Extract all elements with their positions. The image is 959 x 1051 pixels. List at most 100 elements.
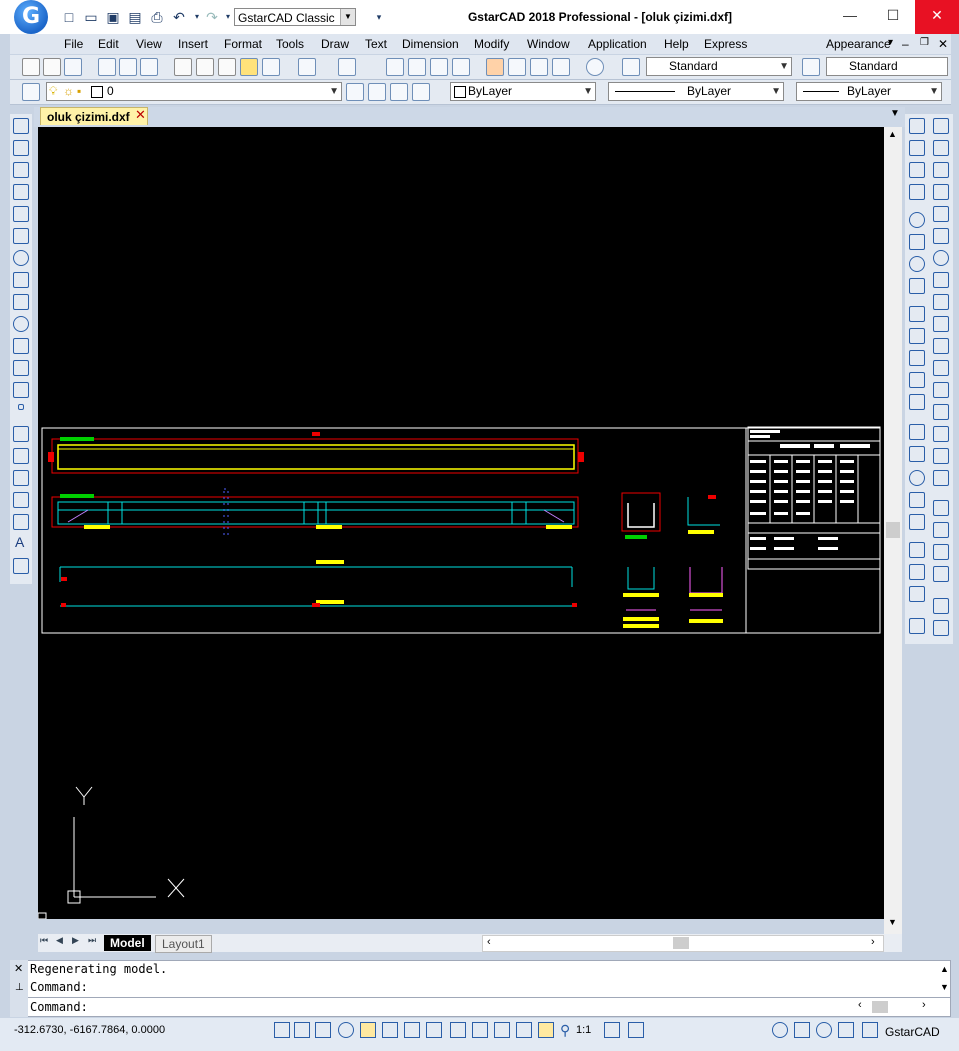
annotation-scale-icon[interactable]: ⚲	[560, 1022, 570, 1039]
erase-icon[interactable]	[933, 118, 949, 134]
break-icon[interactable]	[933, 382, 949, 398]
clean-screen-icon[interactable]	[862, 1022, 878, 1038]
color-select[interactable]: ByLayer ▼	[450, 82, 596, 101]
object-snap-tracking-icon[interactable]	[382, 1022, 398, 1038]
radius-dimension-icon[interactable]	[909, 212, 925, 228]
arc-icon[interactable]	[13, 228, 29, 244]
dim-style-select[interactable]: Standard	[826, 57, 948, 76]
minimize-icon[interactable]: —	[828, 0, 872, 34]
inspection-icon[interactable]	[909, 492, 925, 508]
lineweight-select[interactable]: ByLayer ▼	[796, 82, 942, 101]
match-properties-icon[interactable]	[240, 58, 258, 76]
text-style-icon[interactable]	[622, 58, 640, 76]
stretch-icon[interactable]	[933, 294, 949, 310]
leader-icon[interactable]	[909, 424, 925, 440]
scroll-down-icon[interactable]: ▼	[888, 917, 897, 927]
extend-icon[interactable]	[933, 338, 949, 354]
next-tab-icon[interactable]: ▶	[72, 935, 79, 946]
tolerance-icon[interactable]	[909, 446, 925, 462]
close-tab-icon[interactable]: ✕	[135, 107, 146, 123]
menu-view[interactable]: View	[136, 37, 162, 51]
selection-cycling-icon[interactable]	[472, 1022, 488, 1038]
layer-select[interactable]: 💡︎ ☼ ▪ 0 ▼	[46, 82, 342, 101]
layer-manager-icon[interactable]	[22, 83, 40, 101]
workspace-switch-icon[interactable]	[772, 1022, 788, 1038]
command-input[interactable]: Command:	[30, 1000, 88, 1014]
dimension-edit-icon[interactable]	[909, 542, 925, 558]
mirror-icon[interactable]	[933, 162, 949, 178]
horizontal-scrollbar[interactable]: ‹ ›	[482, 935, 884, 952]
continue-dimension-icon[interactable]	[909, 350, 925, 366]
make-block-icon[interactable]	[13, 382, 29, 398]
trim-icon[interactable]	[933, 316, 949, 332]
linear-dimension-icon[interactable]	[909, 118, 925, 134]
drawing-canvas[interactable]	[38, 127, 884, 919]
close-command-icon[interactable]: ✕	[14, 962, 23, 975]
command-scroll-left-icon[interactable]: ‹	[858, 999, 862, 1011]
menu-file[interactable]: File	[64, 37, 83, 51]
angular-dimension-icon[interactable]	[909, 278, 925, 294]
design-center-icon[interactable]	[508, 58, 526, 76]
grid-icon[interactable]	[294, 1022, 310, 1038]
find-replace-icon[interactable]	[933, 620, 949, 636]
menu-format[interactable]: Format	[224, 37, 262, 51]
arc-length-icon[interactable]	[909, 162, 925, 178]
center-mark-icon[interactable]	[909, 470, 925, 486]
text-style-select[interactable]: Standard ▼	[646, 57, 792, 76]
polygon-icon[interactable]	[13, 184, 29, 200]
undo-icon[interactable]	[298, 58, 316, 76]
dynamic-ucs-icon[interactable]	[404, 1022, 420, 1038]
rotate-icon[interactable]	[933, 250, 949, 266]
join-icon[interactable]	[933, 404, 949, 420]
menu-window[interactable]: Window	[527, 37, 570, 51]
cut-icon[interactable]	[174, 58, 192, 76]
lock-toolbar-icon[interactable]	[794, 1022, 810, 1038]
customize-quick-access-icon[interactable]: ▾	[370, 8, 388, 26]
properties-icon[interactable]	[486, 58, 504, 76]
break-at-point-icon[interactable]	[933, 360, 949, 376]
command-window-handle[interactable]: ✕ ⊥	[10, 960, 28, 1017]
make-current-layer-icon[interactable]	[346, 83, 364, 101]
app-logo-icon[interactable]: G	[14, 0, 48, 34]
table-icon[interactable]	[13, 514, 29, 530]
print-preview-icon[interactable]	[119, 58, 137, 76]
dimension-break-icon[interactable]	[909, 394, 925, 410]
model-space-icon[interactable]	[538, 1022, 554, 1038]
fillet-icon[interactable]	[933, 448, 949, 464]
scroll-left-icon[interactable]: ‹	[487, 936, 491, 948]
lineweight-toggle-icon[interactable]	[450, 1022, 466, 1038]
explode-icon[interactable]	[933, 470, 949, 486]
open-icon[interactable]: ▭	[82, 8, 100, 26]
redo-icon[interactable]	[338, 58, 356, 76]
menu-draw[interactable]: Draw	[321, 37, 349, 51]
horizontal-scroll-thumb[interactable]	[673, 937, 689, 949]
menu-edit[interactable]: Edit	[98, 37, 119, 51]
menu-dimension[interactable]: Dimension	[402, 37, 459, 51]
chamfer-icon[interactable]	[933, 426, 949, 442]
zoom-realtime-icon[interactable]	[408, 58, 426, 76]
layer-states-icon[interactable]	[390, 83, 408, 101]
offset-icon[interactable]	[933, 184, 949, 200]
prev-tab-icon[interactable]: ◀	[56, 935, 63, 946]
ellipse-icon[interactable]	[13, 316, 29, 332]
menu-insert[interactable]: Insert	[178, 37, 208, 51]
appearance-menu[interactable]: Appearance	[826, 37, 891, 51]
menu-tools[interactable]: Tools	[276, 37, 304, 51]
open-icon[interactable]	[43, 58, 61, 76]
maximize-icon[interactable]: ☐	[871, 0, 915, 34]
pan-icon[interactable]	[386, 58, 404, 76]
wipeout-icon[interactable]	[13, 492, 29, 508]
bring-to-front-icon[interactable]	[933, 500, 949, 516]
pin-icon[interactable]: ⊥	[15, 982, 24, 993]
jogged-dimension-icon[interactable]	[909, 234, 925, 250]
dimension-style-icon[interactable]	[909, 618, 925, 634]
doc-minimize-icon[interactable]: –	[902, 37, 909, 51]
copy-object-icon[interactable]	[933, 140, 949, 156]
close-icon[interactable]: ✕	[915, 0, 959, 34]
zoom-window-icon[interactable]	[430, 58, 448, 76]
line-icon[interactable]	[13, 118, 29, 134]
annotation-monitor-icon[interactable]	[516, 1022, 532, 1038]
print-icon[interactable]: ⎙	[148, 8, 166, 26]
dynamic-input-icon[interactable]	[426, 1022, 442, 1038]
polar-tracking-icon[interactable]	[338, 1022, 354, 1038]
